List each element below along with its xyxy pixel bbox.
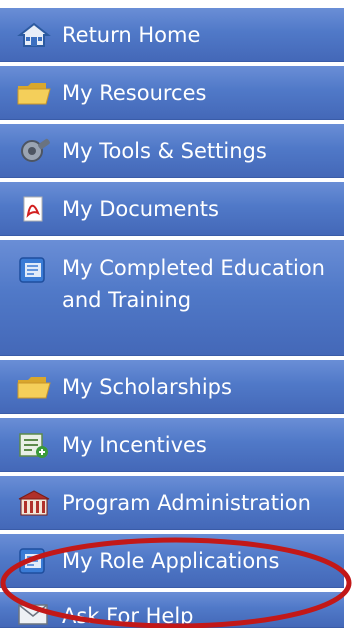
education-icon <box>19 257 45 283</box>
menu-item-label: Return Home <box>62 22 201 47</box>
menu-item-ask-for-help[interactable]: Ask For Help <box>0 592 344 628</box>
pdf-document-icon <box>23 196 43 221</box>
folder-icon <box>17 82 51 104</box>
menu-item-my-resources[interactable]: My Resources <box>0 66 344 120</box>
menu-item-my-tools-settings[interactable]: My Tools & Settings <box>0 124 344 178</box>
incentives-icon <box>19 432 48 458</box>
home-icon <box>17 22 51 47</box>
role-applications-icon <box>19 547 45 574</box>
menu-item-my-role-applications[interactable]: My Role Applications <box>0 534 344 588</box>
menu-item-return-home[interactable]: Return Home <box>0 8 344 62</box>
help-mail-icon <box>18 604 48 625</box>
menu-item-my-completed-education[interactable]: My Completed Education and Training <box>0 240 344 356</box>
menu-item-label: My Role Applications <box>62 548 280 573</box>
folder-icon <box>17 376 51 398</box>
menu-item-label: My Resources <box>62 80 207 105</box>
gear-icon <box>21 138 50 162</box>
menu-item-my-incentives[interactable]: My Incentives <box>0 418 344 472</box>
menu-item-label: My Incentives <box>62 432 207 457</box>
menu-item-label: My Documents <box>62 196 219 221</box>
building-icon <box>18 489 50 515</box>
menu-item-label: My Tools & Settings <box>62 138 267 163</box>
menu-item-label: My Scholarships <box>62 374 232 399</box>
menu-item-label: Program Administration <box>62 490 311 515</box>
menu-item-program-administration[interactable]: Program Administration <box>0 476 344 530</box>
sidebar-menu: Return Home My Resources My Tools & Sett… <box>0 8 344 628</box>
menu-item-label: My Completed Education and Training <box>62 256 325 312</box>
menu-item-label: Ask For Help <box>62 603 194 628</box>
menu-item-my-scholarships[interactable]: My Scholarships <box>0 360 344 414</box>
menu-item-my-documents[interactable]: My Documents <box>0 182 344 236</box>
